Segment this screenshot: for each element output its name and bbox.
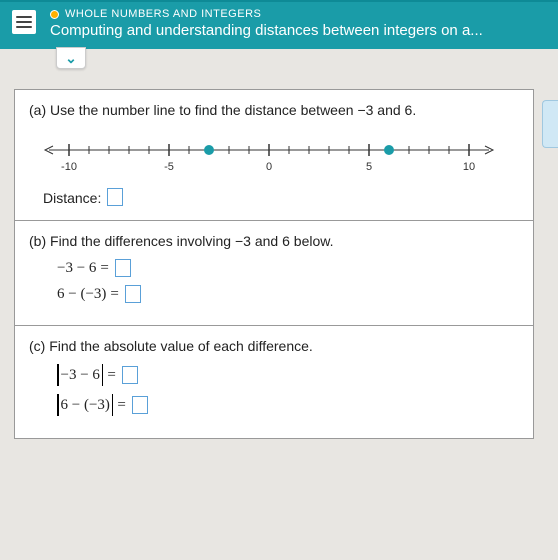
topic-dot-icon <box>50 10 59 19</box>
part-a-label: (a) <box>29 102 46 118</box>
eq-b2-input[interactable] <box>125 285 141 303</box>
content-area: (a) Use the number line to find the dist… <box>0 49 558 453</box>
app-header: WHOLE NUMBERS AND INTEGERS Computing and… <box>0 0 558 49</box>
chevron-down-icon: ⌄ <box>65 50 77 67</box>
topic-label: WHOLE NUMBERS AND INTEGERS <box>65 8 261 20</box>
equation-c2: 6 − (−3) = <box>57 394 519 416</box>
side-panel-toggle[interactable] <box>542 100 558 148</box>
equation-c1: −3 − 6 = <box>57 364 519 386</box>
distance-row: Distance: <box>43 188 519 206</box>
part-c-label: (c) <box>29 338 45 354</box>
part-c: (c) Find the absolute value of each diff… <box>15 326 533 438</box>
equation-b2: 6 − (−3) = <box>57 285 519 303</box>
menu-icon[interactable] <box>12 10 36 34</box>
eq-b1-input[interactable] <box>115 259 131 277</box>
dropdown-toggle[interactable]: ⌄ <box>56 47 86 69</box>
number-line: -10 -5 0 5 10 <box>39 136 509 176</box>
part-b-label: (b) <box>29 233 46 249</box>
part-b: (b) Find the differences involving −3 an… <box>15 221 533 326</box>
equation-b1: −3 − 6 = <box>57 259 519 277</box>
part-c-text: Find the absolute value of each differen… <box>49 338 313 354</box>
tick-label: 5 <box>366 161 372 173</box>
point-a-icon <box>204 145 214 155</box>
tick-label: -10 <box>61 161 77 173</box>
tick-label: 10 <box>463 161 475 173</box>
eq-c1-input[interactable] <box>122 366 138 384</box>
tick-label: -5 <box>164 161 174 173</box>
question-box: (a) Use the number line to find the dist… <box>14 89 534 439</box>
tick-label: 0 <box>266 161 272 173</box>
abs-c2: 6 − (−3) <box>57 394 113 416</box>
part-a-text: Use the number line to find the distance… <box>50 102 416 118</box>
abs-c1: −3 − 6 <box>57 364 103 386</box>
distance-input[interactable] <box>107 188 123 206</box>
part-a: (a) Use the number line to find the dist… <box>15 90 533 221</box>
part-b-text: Find the differences involving −3 and 6 … <box>50 233 333 249</box>
distance-label: Distance: <box>43 190 101 206</box>
eq-c2-input[interactable] <box>132 396 148 414</box>
point-b-icon <box>384 145 394 155</box>
page-title: Computing and understanding distances be… <box>50 22 548 39</box>
